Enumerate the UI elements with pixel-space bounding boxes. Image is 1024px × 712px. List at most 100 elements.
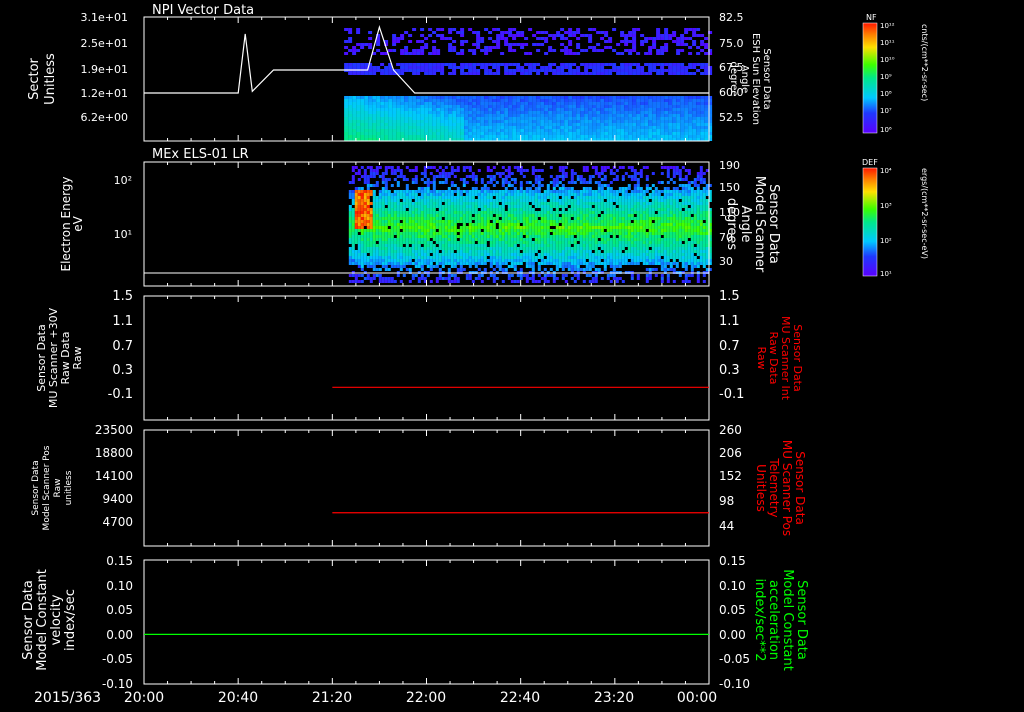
spectrogram-cell bbox=[615, 277, 619, 280]
spectrogram-cell bbox=[423, 262, 427, 265]
spectrogram-cell bbox=[579, 208, 583, 211]
spectrogram-cell bbox=[393, 211, 397, 214]
spectrogram-cell bbox=[594, 241, 598, 244]
spectrogram-cell bbox=[632, 105, 637, 108]
spectrogram-cell bbox=[603, 208, 607, 211]
spectrogram-cell bbox=[594, 220, 598, 223]
spectrogram-cell bbox=[525, 223, 529, 226]
spectrogram-cell bbox=[402, 262, 406, 265]
spectrogram-cell bbox=[432, 232, 436, 235]
spectrogram-cell bbox=[546, 241, 550, 244]
spectrogram-cell bbox=[628, 66, 633, 69]
spectrogram-cell bbox=[484, 46, 489, 49]
spectrogram-cell bbox=[633, 190, 637, 193]
spectrogram-cell bbox=[588, 187, 592, 190]
spectrogram-cell bbox=[360, 175, 364, 178]
spectrogram-cell bbox=[486, 211, 490, 214]
spectrogram-cell bbox=[604, 63, 609, 66]
spectrogram-cell bbox=[561, 217, 565, 220]
spectrogram-cell bbox=[633, 259, 637, 262]
spectrogram-cell bbox=[564, 135, 569, 138]
spectrogram-cell bbox=[388, 117, 393, 120]
spectrogram-cell bbox=[504, 40, 509, 43]
spectrogram-cell bbox=[652, 129, 657, 132]
spectrogram-cell bbox=[630, 169, 634, 172]
spectrogram-cell bbox=[453, 280, 457, 283]
spectrogram-cell bbox=[636, 114, 641, 117]
spectrogram-cell bbox=[405, 205, 409, 208]
spectrogram-cell bbox=[552, 108, 557, 111]
spectrogram-cell bbox=[366, 205, 370, 208]
spectrogram-cell bbox=[567, 232, 571, 235]
spectrogram-cell bbox=[688, 114, 693, 117]
spectrogram-cell bbox=[672, 96, 677, 99]
spectrogram-cell bbox=[600, 129, 605, 132]
spectrogram-cell bbox=[447, 202, 451, 205]
spectrogram-cell bbox=[483, 232, 487, 235]
spectrogram-cell bbox=[588, 205, 592, 208]
spectrogram-cell bbox=[400, 66, 405, 69]
spectrogram-cell bbox=[672, 99, 677, 102]
spectrogram-cell bbox=[532, 126, 537, 129]
spectrogram-cell bbox=[596, 126, 601, 129]
spectrogram-cell bbox=[628, 63, 633, 66]
spectrogram-cell bbox=[609, 217, 613, 220]
spectrogram-cell bbox=[600, 132, 605, 135]
spectrogram-cell bbox=[420, 120, 425, 123]
spectrogram-cell bbox=[597, 175, 601, 178]
spectrogram-cell bbox=[549, 181, 553, 184]
spectrogram-cell bbox=[344, 132, 349, 135]
spectrogram-cell bbox=[692, 105, 697, 108]
spectrogram-cell bbox=[680, 114, 685, 117]
spectrogram-cell bbox=[627, 226, 631, 229]
spectrogram-cell bbox=[544, 31, 549, 34]
spectrogram-cell bbox=[528, 123, 533, 126]
spectrogram-cell bbox=[489, 256, 493, 259]
spectrogram-cell bbox=[360, 99, 365, 102]
spectrogram-cell bbox=[579, 238, 583, 241]
spectrogram-cell bbox=[644, 120, 649, 123]
spectrogram-cell bbox=[579, 190, 583, 193]
spectrogram-cell bbox=[399, 256, 403, 259]
spectrogram-cell bbox=[640, 99, 645, 102]
spectrogram-cell bbox=[564, 120, 569, 123]
spectrogram-cell bbox=[408, 114, 413, 117]
spectrogram-cell bbox=[417, 217, 421, 220]
spectrogram-cell bbox=[352, 123, 357, 126]
spectrogram-cell bbox=[453, 211, 457, 214]
spectrogram-cell bbox=[582, 178, 586, 181]
spectrogram-cell bbox=[644, 40, 649, 43]
spectrogram-cell bbox=[408, 196, 412, 199]
spectrogram-cell bbox=[435, 226, 439, 229]
spectrogram-cell bbox=[368, 120, 373, 123]
spectrogram-cell bbox=[360, 274, 364, 277]
spectrogram-cell bbox=[540, 43, 545, 46]
spectrogram-cell bbox=[591, 193, 595, 196]
spectrogram-cell bbox=[501, 172, 505, 175]
spectrogram-cell bbox=[432, 199, 436, 202]
spectrogram-cell bbox=[676, 132, 681, 135]
spectrogram-cell bbox=[390, 250, 394, 253]
spectrogram-cell bbox=[700, 96, 705, 99]
spectrogram-cell bbox=[432, 126, 437, 129]
spectrogram-cell bbox=[352, 102, 357, 105]
spectrogram-cell bbox=[540, 169, 544, 172]
spectrogram-cell bbox=[354, 274, 358, 277]
spectrogram-cell bbox=[448, 66, 453, 69]
spectrogram-cell bbox=[561, 178, 565, 181]
spectrogram-cell bbox=[381, 241, 385, 244]
spectrogram-cell bbox=[447, 211, 451, 214]
spectrogram-cell bbox=[561, 247, 565, 250]
spectrogram-cell bbox=[507, 220, 511, 223]
spectrogram-cell bbox=[592, 111, 597, 114]
spectrogram-cell bbox=[426, 247, 430, 250]
spectrogram-cell bbox=[364, 132, 369, 135]
spectrogram-cell bbox=[390, 259, 394, 262]
spectrogram-cell bbox=[516, 117, 521, 120]
spectrogram-cell bbox=[492, 238, 496, 241]
spectrogram-cell bbox=[592, 117, 597, 120]
spectrogram-cell bbox=[405, 190, 409, 193]
spectrogram-cell bbox=[537, 253, 541, 256]
spectrogram-cell bbox=[456, 102, 461, 105]
spectrogram-cell bbox=[440, 117, 445, 120]
